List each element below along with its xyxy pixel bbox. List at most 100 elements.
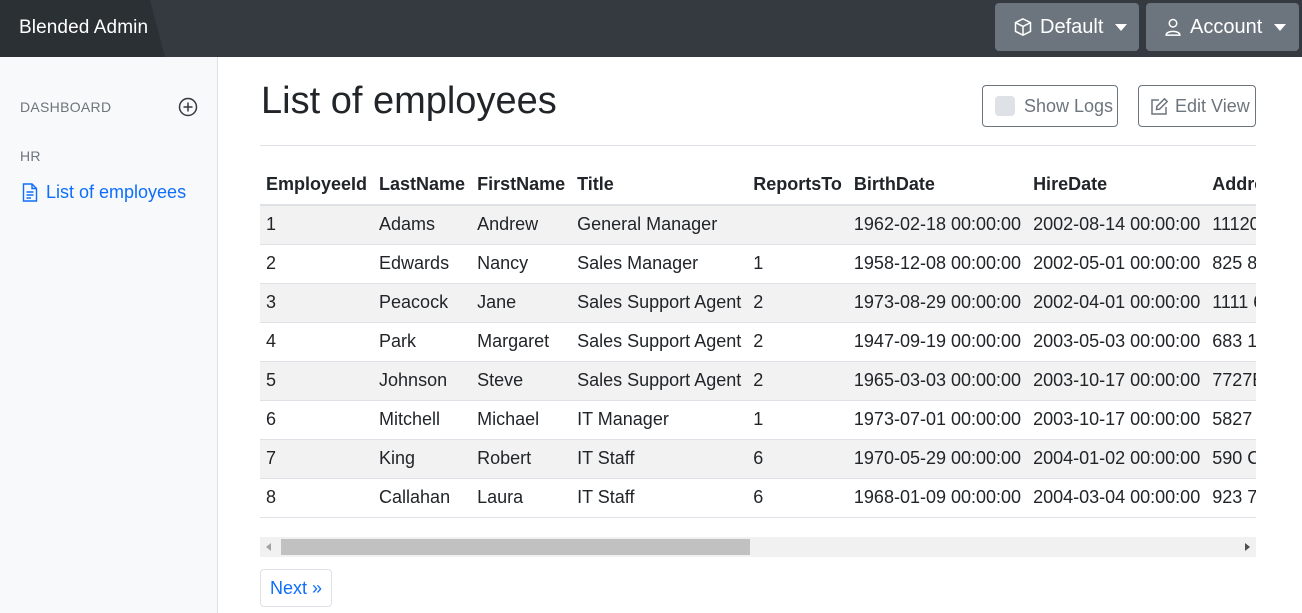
column-header-firstname[interactable]: FirstName bbox=[471, 165, 572, 206]
column-header-employeeid[interactable]: EmployeeId bbox=[260, 165, 374, 206]
sidebar-section-hr: HR bbox=[20, 148, 41, 164]
cell-firstname: Robert bbox=[471, 439, 572, 479]
plus-circle-icon[interactable] bbox=[178, 97, 198, 117]
cell-title: IT Staff bbox=[571, 478, 748, 518]
cell-hiredate: 2003-10-17 00:00:00 bbox=[1027, 361, 1207, 401]
cell-birthdate: 1973-08-29 00:00:00 bbox=[847, 283, 1028, 323]
column-header-title[interactable]: Title bbox=[571, 165, 748, 206]
cell-lastname: Callahan bbox=[373, 478, 472, 518]
edit-view-label: Edit View bbox=[1175, 95, 1250, 116]
person-icon bbox=[1162, 16, 1184, 38]
brand[interactable]: Blended Admin bbox=[0, 0, 165, 57]
cell-hiredate: 2002-05-01 00:00:00 bbox=[1027, 244, 1207, 284]
cell-address: 1111 6 Ave bbox=[1206, 283, 1256, 323]
theme-dropdown-button[interactable]: Default bbox=[995, 3, 1139, 51]
cell-lastname: Johnson bbox=[373, 361, 472, 401]
cell-firstname: Margaret bbox=[471, 322, 572, 362]
account-dropdown-label: Account bbox=[1190, 15, 1263, 38]
cell-lastname: King bbox=[373, 439, 472, 479]
cell-reportsto: 6 bbox=[747, 478, 848, 518]
show-logs-toggle[interactable]: Show Logs bbox=[982, 85, 1118, 127]
cell-employeeid: 6 bbox=[260, 400, 374, 440]
sidebar-item-label: List of employees bbox=[46, 182, 187, 202]
table-row[interactable]: 3 Peacock Jane Sales Support Agent 2 1973-08-… bbox=[260, 283, 1256, 323]
cell-address: 11120 Jasp bbox=[1206, 205, 1256, 245]
cell-address: 590 Colum bbox=[1206, 439, 1256, 479]
cell-birthdate: 1973-07-01 00:00:00 bbox=[847, 400, 1028, 440]
cell-employeeid: 7 bbox=[260, 439, 374, 479]
cell-birthdate: 1962-02-18 00:00:00 bbox=[847, 205, 1028, 245]
cell-lastname: Adams bbox=[373, 205, 472, 245]
top-navbar: Blended Admin Default Account bbox=[0, 0, 1302, 57]
divider bbox=[260, 145, 1256, 146]
cell-address: 825 8 Ave S bbox=[1206, 244, 1256, 284]
cell-employeeid: 2 bbox=[260, 244, 374, 284]
table-header-row: EmployeeId LastName FirstName Title Repo… bbox=[260, 165, 1256, 206]
cell-hiredate: 2002-08-14 00:00:00 bbox=[1027, 205, 1207, 245]
cell-employeeid: 1 bbox=[260, 205, 374, 245]
cell-hiredate: 2002-04-01 00:00:00 bbox=[1027, 283, 1207, 323]
cell-title: Sales Support Agent bbox=[571, 283, 748, 323]
sidebar-section-dashboard: DASHBOARD bbox=[20, 99, 112, 115]
employees-table-container[interactable]: EmployeeId LastName FirstName Title Repo… bbox=[260, 165, 1256, 536]
edit-view-button[interactable]: Edit View bbox=[1138, 85, 1256, 127]
cell-lastname: Park bbox=[373, 322, 472, 362]
theme-dropdown-label: Default bbox=[1040, 15, 1104, 38]
page-title: List of employees bbox=[261, 80, 557, 122]
sidebar-item-list-of-employees[interactable]: List of employees bbox=[22, 182, 186, 203]
chevron-down-icon bbox=[1274, 23, 1287, 31]
cell-birthdate: 1970-05-29 00:00:00 bbox=[847, 439, 1028, 479]
cell-address: 5827 Bown bbox=[1206, 400, 1256, 440]
cell-reportsto: 2 bbox=[747, 283, 848, 323]
cell-firstname: Nancy bbox=[471, 244, 572, 284]
scroll-left-icon[interactable] bbox=[266, 543, 271, 551]
cell-reportsto: 1 bbox=[747, 400, 848, 440]
horizontal-scrollbar[interactable] bbox=[260, 537, 1256, 557]
column-header-lastname[interactable]: LastName bbox=[373, 165, 472, 206]
cell-employeeid: 5 bbox=[260, 361, 374, 401]
table-row[interactable]: 4 Park Margaret Sales Support Agent 2 1947-09… bbox=[260, 322, 1256, 362]
scroll-right-icon[interactable] bbox=[1245, 543, 1250, 551]
cell-address: 683 10 Stre bbox=[1206, 322, 1256, 362]
cell-firstname: Michael bbox=[471, 400, 572, 440]
cell-hiredate: 2004-03-04 00:00:00 bbox=[1027, 478, 1207, 518]
scrollbar-thumb[interactable] bbox=[281, 539, 750, 555]
cell-title: Sales Support Agent bbox=[571, 322, 748, 362]
table-row[interactable]: 7 King Robert IT Staff 6 1970-05-29 00:00:00 2… bbox=[260, 439, 1256, 479]
cell-address: 7727B 41 A bbox=[1206, 361, 1256, 401]
column-header-hiredate[interactable]: HireDate bbox=[1027, 165, 1207, 206]
cell-lastname: Peacock bbox=[373, 283, 472, 323]
table-row[interactable]: 2 Edwards Nancy Sales Manager 1 1958-12-08 00… bbox=[260, 244, 1256, 284]
table-row[interactable]: 6 Mitchell Michael IT Manager 1 1973-07-01 00… bbox=[260, 400, 1256, 440]
cell-firstname: Andrew bbox=[471, 205, 572, 245]
cell-reportsto: 6 bbox=[747, 439, 848, 479]
column-header-reportsto[interactable]: ReportsTo bbox=[747, 165, 848, 206]
cell-reportsto: 1 bbox=[747, 244, 848, 284]
cell-title: Sales Manager bbox=[571, 244, 748, 284]
document-icon bbox=[22, 182, 39, 203]
cell-reportsto bbox=[747, 205, 848, 245]
column-header-address[interactable]: Address bbox=[1206, 165, 1256, 206]
table-row[interactable]: 5 Johnson Steve Sales Support Agent 2 1965-03… bbox=[260, 361, 1256, 401]
cell-firstname: Laura bbox=[471, 478, 572, 518]
cell-firstname: Jane bbox=[471, 283, 572, 323]
brand-label[interactable]: Blended Admin bbox=[19, 17, 148, 39]
cell-birthdate: 1947-09-19 00:00:00 bbox=[847, 322, 1028, 362]
cell-birthdate: 1958-12-08 00:00:00 bbox=[847, 244, 1028, 284]
next-page-button[interactable]: Next » bbox=[260, 569, 332, 607]
checkbox[interactable] bbox=[995, 96, 1015, 116]
account-dropdown-button[interactable]: Account bbox=[1146, 3, 1299, 51]
table-row[interactable]: 8 Callahan Laura IT Staff 6 1968-01-09 00:00:… bbox=[260, 478, 1256, 518]
chevron-down-icon bbox=[1115, 23, 1128, 31]
cell-firstname: Steve bbox=[471, 361, 572, 401]
edit-icon bbox=[1150, 97, 1169, 116]
cell-title: IT Staff bbox=[571, 439, 748, 479]
show-logs-label: Show Logs bbox=[1024, 95, 1114, 116]
employees-table: EmployeeId LastName FirstName Title Repo… bbox=[260, 165, 1256, 518]
table-row[interactable]: 1 Adams Andrew General Manager 1962-02-18 00… bbox=[260, 205, 1256, 245]
cell-reportsto: 2 bbox=[747, 322, 848, 362]
cell-lastname: Edwards bbox=[373, 244, 472, 284]
column-header-birthdate[interactable]: BirthDate bbox=[847, 165, 1028, 206]
cell-employeeid: 8 bbox=[260, 478, 374, 518]
cell-address: 923 7 ST N bbox=[1206, 478, 1256, 518]
